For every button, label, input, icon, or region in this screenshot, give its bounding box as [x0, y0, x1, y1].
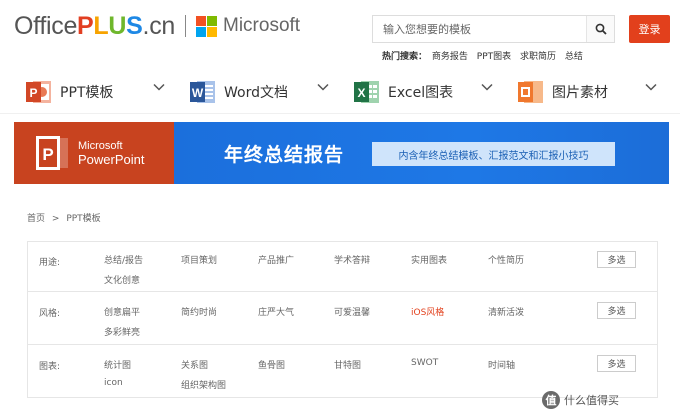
site-header: Office PLUS .cn Microsoft 登录 热门搜索： 商务报告: [0, 0, 680, 70]
chevron-down-icon[interactable]: [152, 80, 166, 94]
filter-option[interactable]: 多彩鲜亮: [104, 325, 140, 338]
logo-cn-text: .cn: [142, 11, 176, 40]
microsoft-logo-icon: [196, 15, 217, 37]
category-label: Excel图表: [388, 85, 454, 101]
breadcrumb-current: PPT模板: [66, 214, 101, 224]
filter-option[interactable]: 时间轴: [488, 358, 515, 371]
breadcrumb-separator: >: [51, 214, 60, 224]
filter-option[interactable]: 实用图表: [411, 253, 447, 266]
multi-select-button[interactable]: 多选: [597, 355, 636, 372]
filter-panel: 用途: 总结/报告 项目策划 产品推广 学术答辩 实用图表 个性简历 文化创意 …: [27, 241, 658, 398]
filter-option[interactable]: 庄严大气: [258, 305, 294, 318]
filter-option[interactable]: 个性简历: [488, 253, 524, 266]
svg-text:W: W: [192, 86, 204, 100]
category-excel[interactable]: X Excel图表: [354, 76, 453, 108]
breadcrumb: 首页 > PPT模板: [27, 211, 105, 224]
breadcrumb-home[interactable]: 首页: [27, 214, 45, 224]
filter-option[interactable]: 产品推广: [258, 253, 294, 266]
banner-subtitle: 内含年终总结模板、汇报范文和汇报小技巧: [372, 142, 615, 166]
filter-option[interactable]: 简约时尚: [181, 305, 217, 318]
search-button[interactable]: [586, 16, 614, 42]
category-label: Word文档: [224, 85, 288, 101]
category-label: PPT模板: [60, 85, 114, 101]
filter-option[interactable]: 甘特图: [334, 358, 361, 371]
filter-option[interactable]: icon: [104, 378, 123, 388]
microsoft-text: Microsoft: [223, 15, 301, 36]
banner-content: 年终总结报告 内含年终总结模板、汇报范文和汇报小技巧: [174, 122, 669, 184]
filter-option[interactable]: 文化创意: [104, 273, 140, 286]
filter-option[interactable]: 可爱温馨: [334, 305, 370, 318]
brand-powerpoint: PowerPoint: [78, 151, 145, 167]
search-input[interactable]: [373, 16, 587, 42]
site-logo[interactable]: Office PLUS .cn Microsoft: [14, 10, 300, 42]
filter-option[interactable]: 总结/报告: [104, 253, 143, 266]
filter-option[interactable]: 鱼骨图: [258, 358, 285, 371]
hot-search-label: 热门搜索：: [382, 52, 428, 62]
powerpoint-logo-icon: P: [36, 136, 68, 170]
page: Office PLUS .cn Microsoft 登录 热门搜索： 商务报告: [0, 0, 680, 414]
excel-icon: X: [354, 78, 380, 106]
powerpoint-icon: P: [26, 78, 52, 106]
chevron-down-icon[interactable]: [480, 80, 494, 94]
filter-row-style: 风格: 创意扁平 简约时尚 庄严大气 可爱温馨 iOS风格 清新活泼 多彩鲜亮 …: [28, 293, 657, 345]
multi-select-button[interactable]: 多选: [597, 302, 636, 319]
search-box: [372, 15, 615, 43]
filter-option[interactable]: 清新活泼: [488, 305, 524, 318]
filter-row-usage: 用途: 总结/报告 项目策划 产品推广 学术答辩 实用图表 个性简历 文化创意 …: [28, 242, 657, 292]
multi-select-button[interactable]: 多选: [597, 251, 636, 268]
filter-option[interactable]: 关系图: [181, 358, 208, 371]
filter-option[interactable]: 学术答辩: [334, 253, 370, 266]
filter-label: 风格:: [39, 309, 61, 319]
svg-text:P: P: [29, 86, 37, 100]
filter-option-active[interactable]: iOS风格: [411, 305, 444, 318]
category-label: 图片素材: [552, 85, 608, 101]
hot-link[interactable]: 总结: [565, 52, 583, 62]
filter-option[interactable]: 组织架构图: [181, 378, 226, 391]
powerpoint-brand: P Microsoft PowerPoint: [14, 122, 174, 184]
filter-label: 图表:: [39, 362, 61, 372]
svg-text:P: P: [42, 145, 53, 164]
word-icon: W: [190, 78, 216, 106]
svg-text:X: X: [357, 86, 365, 100]
image-icon: [518, 78, 544, 106]
filter-option[interactable]: 创意扁平: [104, 305, 140, 318]
hot-search: 热门搜索： 商务报告 PPT图表 求职简历 总结: [382, 49, 589, 62]
category-word[interactable]: W Word文档: [190, 76, 288, 108]
category-nav: P PPT模板 W Word文档 X Excel图表 图片素材: [0, 70, 680, 114]
brand-microsoft: Microsoft: [78, 139, 123, 152]
search-icon: [595, 23, 607, 35]
hot-link[interactable]: 求职简历: [520, 52, 556, 62]
login-button[interactable]: 登录: [629, 15, 670, 43]
logo-divider: [185, 15, 186, 37]
chevron-down-icon[interactable]: [316, 80, 330, 94]
banner-title: 年终总结报告: [224, 144, 345, 166]
watermark-badge: 值: [542, 391, 560, 409]
filter-option[interactable]: 统计图: [104, 358, 131, 371]
logo-plus-text: PLUS: [77, 11, 143, 40]
hot-link[interactable]: PPT图表: [477, 52, 511, 62]
category-ppt[interactable]: P PPT模板: [26, 76, 113, 108]
filter-option[interactable]: 项目策划: [181, 253, 217, 266]
watermark-text: 什么值得买: [564, 394, 619, 407]
chevron-down-icon[interactable]: [644, 80, 658, 94]
watermark: 值 什么值得买: [542, 390, 619, 410]
category-images[interactable]: 图片素材: [518, 76, 608, 108]
hot-link[interactable]: 商务报告: [432, 52, 468, 62]
promo-banner[interactable]: P Microsoft PowerPoint 年终总结报告 内含年终总结模板、汇…: [14, 122, 669, 184]
filter-option[interactable]: SWOT: [411, 358, 438, 368]
logo-office-text: Office: [14, 11, 78, 40]
filter-label: 用途:: [39, 258, 61, 268]
powerpoint-brand-text: Microsoft PowerPoint: [78, 140, 144, 167]
